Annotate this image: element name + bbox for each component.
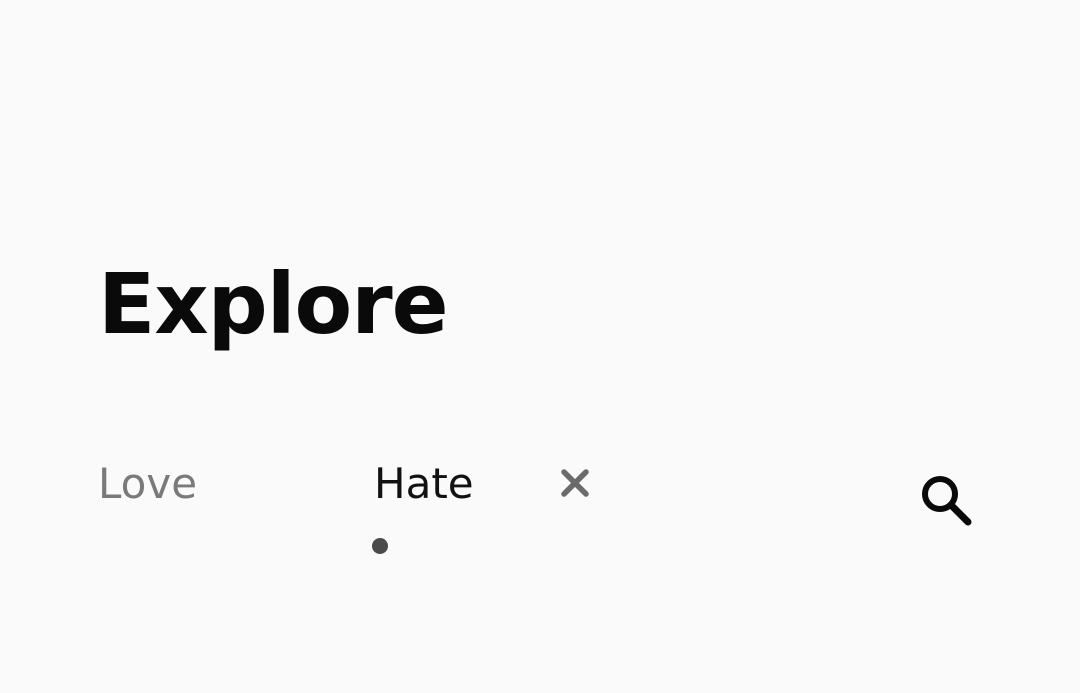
clear-filter-button[interactable] [558, 466, 592, 500]
search-button[interactable] [916, 470, 978, 532]
page-title: Explore [98, 255, 449, 353]
tab-love[interactable]: Love [98, 463, 197, 505]
tab-hate[interactable]: Hate [374, 463, 474, 505]
search-icon [922, 476, 972, 526]
close-icon [561, 469, 589, 497]
active-tab-indicator [372, 538, 388, 554]
